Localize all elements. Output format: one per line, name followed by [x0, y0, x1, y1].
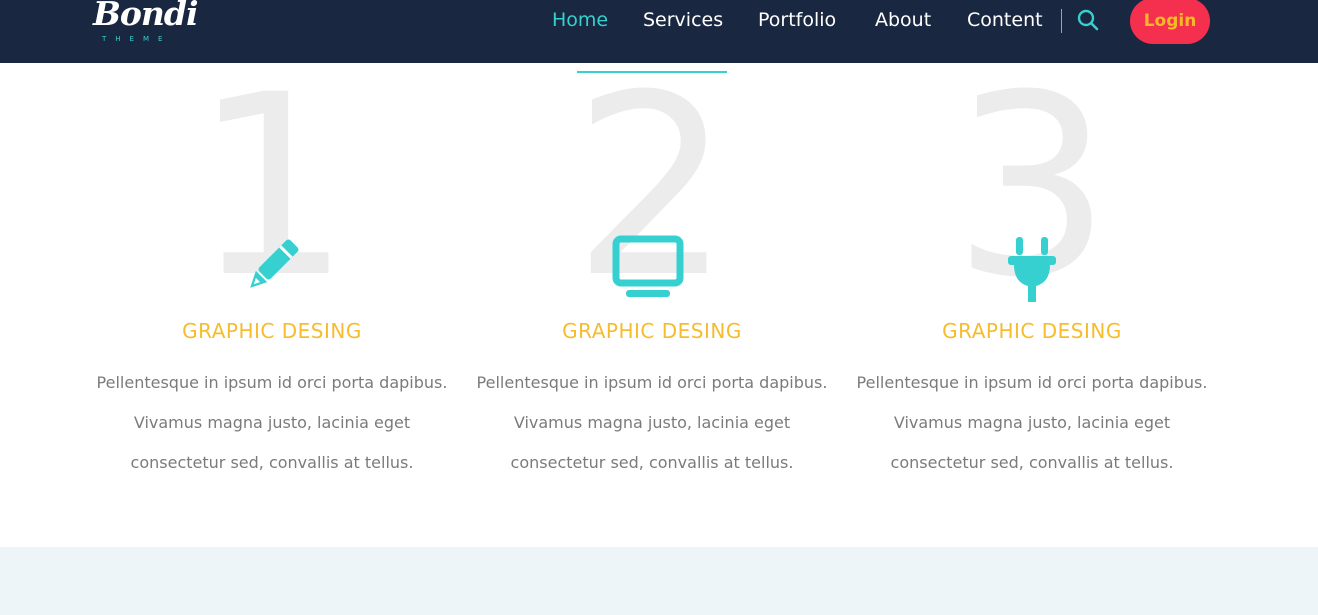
feature-description: Pellentesque in ipsum id orci porta dapi… [96, 373, 448, 472]
feature-title: GRAPHIC DESING [182, 319, 362, 343]
plug-icon [1008, 237, 1056, 302]
feature-card-2: 2 GRAPHIC DESING Pellentesque in ipsum i… [462, 0, 842, 500]
feature-title: GRAPHIC DESING [942, 319, 1122, 343]
feature-description: Pellentesque in ipsum id orci porta dapi… [476, 373, 828, 472]
next-section-band [0, 547, 1318, 615]
monitor-icon [612, 235, 684, 297]
feature-description: Pellentesque in ipsum id orci porta dapi… [856, 373, 1208, 472]
feature-title: GRAPHIC DESING [562, 319, 742, 343]
feature-card-3: 3 GRAPHIC DESING Pellentesque in ipsum i… [842, 0, 1222, 500]
pencil-icon [250, 239, 299, 288]
feature-card-1: 1 GRAPHIC DESING Pellentesque in ipsum i… [82, 0, 462, 500]
